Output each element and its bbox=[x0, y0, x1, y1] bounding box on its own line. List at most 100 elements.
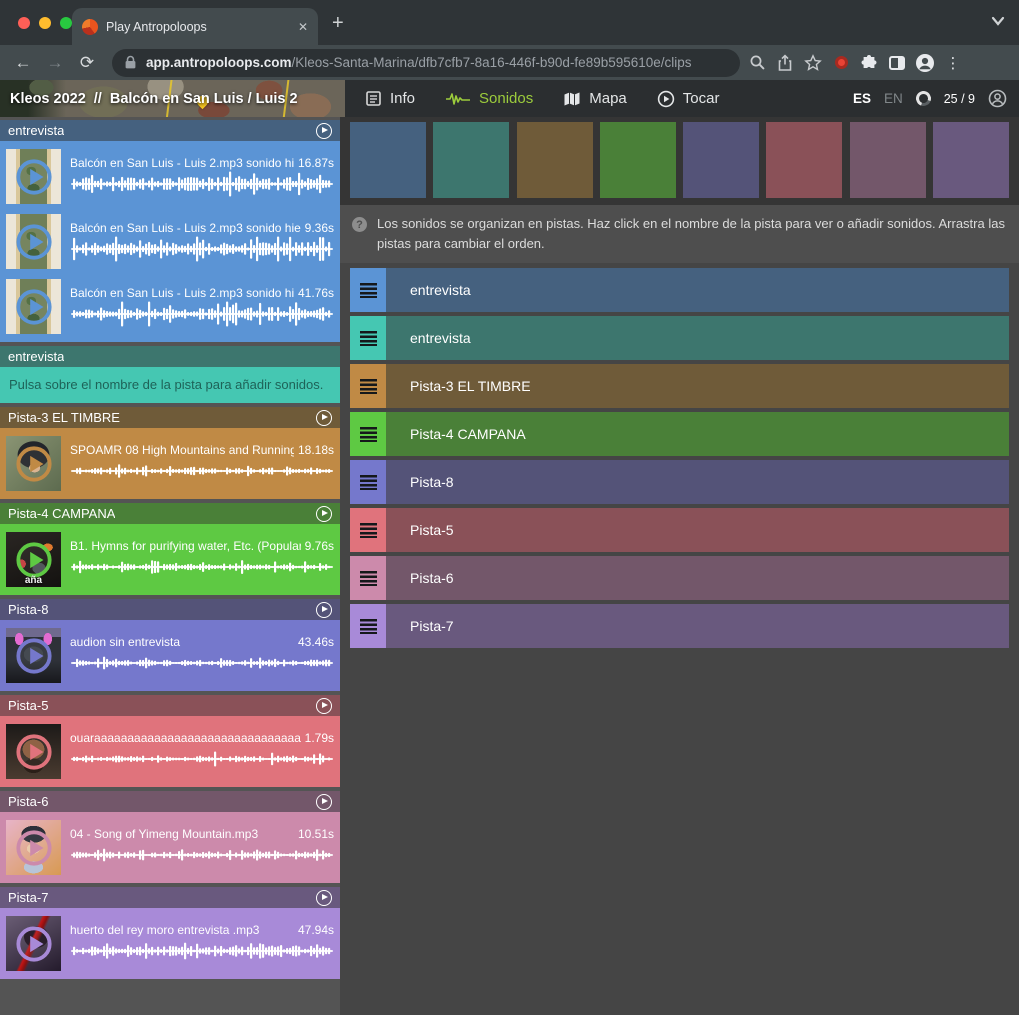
play-clip-icon[interactable] bbox=[15, 288, 53, 326]
clip-thumbnail[interactable] bbox=[6, 279, 61, 334]
play-track-icon[interactable] bbox=[316, 410, 332, 426]
play-clip-icon[interactable] bbox=[15, 445, 53, 483]
browser-tab[interactable]: Play Antropoloops ✕ bbox=[72, 8, 318, 45]
track-row[interactable]: Pista-4 CAMPANA bbox=[350, 412, 1009, 456]
clip-thumbnail[interactable] bbox=[6, 214, 61, 269]
nav-sonidos[interactable]: Sonidos bbox=[445, 90, 533, 107]
record-extension-icon[interactable] bbox=[830, 52, 852, 74]
fullscreen-window-button[interactable] bbox=[60, 17, 72, 29]
clip-thumbnail[interactable] bbox=[6, 149, 61, 204]
clip-waveform[interactable] bbox=[70, 300, 334, 328]
track-header[interactable]: Pista-4 CAMPANA bbox=[0, 503, 340, 524]
drag-handle-icon[interactable] bbox=[350, 556, 386, 600]
play-clip-icon[interactable] bbox=[15, 158, 53, 196]
track-color-cell[interactable] bbox=[433, 122, 509, 198]
reload-button[interactable]: ⟳ bbox=[74, 53, 100, 73]
play-track-icon[interactable] bbox=[316, 794, 332, 810]
track-color-cell[interactable] bbox=[350, 122, 426, 198]
track-header[interactable]: Pista-3 EL TIMBRE bbox=[0, 407, 340, 428]
profile-avatar-icon[interactable] bbox=[914, 52, 936, 74]
track-row-label[interactable]: Pista-7 bbox=[386, 604, 1009, 648]
clip-thumbnail[interactable] bbox=[6, 724, 61, 779]
track-row[interactable]: Pista-7 bbox=[350, 604, 1009, 648]
audio-clip[interactable]: ouaraaaaaaaaaaaaaaaaaaaaaaaaaaaaaaaaaaaa… bbox=[4, 720, 336, 783]
clip-waveform[interactable] bbox=[70, 457, 334, 485]
lang-es-button[interactable]: ES bbox=[853, 91, 871, 106]
track-row-label[interactable]: Pista-8 bbox=[386, 460, 1009, 504]
track-row-label[interactable]: Pista-6 bbox=[386, 556, 1009, 600]
clip-waveform[interactable] bbox=[70, 937, 334, 965]
track-color-cell[interactable] bbox=[517, 122, 593, 198]
audio-clip[interactable]: Balcón en San Luis - Luis 2.mp3 sonido h… bbox=[4, 275, 336, 338]
play-track-icon[interactable] bbox=[316, 698, 332, 714]
nav-info[interactable]: Info bbox=[365, 90, 415, 107]
play-track-icon[interactable] bbox=[316, 123, 332, 139]
track-row-label[interactable]: entrevista bbox=[386, 268, 1009, 312]
drag-handle-icon[interactable] bbox=[350, 604, 386, 648]
new-tab-button[interactable]: + bbox=[332, 13, 344, 33]
clip-thumbnail[interactable] bbox=[6, 436, 61, 491]
play-clip-icon[interactable] bbox=[15, 637, 53, 675]
drag-handle-icon[interactable] bbox=[350, 316, 386, 360]
clip-waveform[interactable] bbox=[70, 235, 334, 263]
track-row-label[interactable]: Pista-3 EL TIMBRE bbox=[386, 364, 1009, 408]
track-color-cell[interactable] bbox=[600, 122, 676, 198]
clip-waveform[interactable] bbox=[70, 553, 334, 581]
track-row-label[interactable]: Pista-4 CAMPANA bbox=[386, 412, 1009, 456]
play-clip-icon[interactable] bbox=[15, 829, 53, 867]
clip-waveform[interactable] bbox=[70, 170, 334, 198]
track-row[interactable]: Pista-8 bbox=[350, 460, 1009, 504]
track-header[interactable]: Pista-8 bbox=[0, 599, 340, 620]
forward-button[interactable]: → bbox=[42, 53, 68, 73]
play-track-icon[interactable] bbox=[316, 602, 332, 618]
audio-clip[interactable]: SPOAMR 08 High Mountains and Running ...… bbox=[4, 432, 336, 495]
minimize-window-button[interactable] bbox=[39, 17, 51, 29]
track-row[interactable]: entrevista bbox=[350, 316, 1009, 360]
play-clip-icon[interactable] bbox=[15, 223, 53, 261]
browser-menu-icon[interactable]: ⋮ bbox=[942, 52, 964, 74]
track-color-cell[interactable] bbox=[933, 122, 1009, 198]
play-track-icon[interactable] bbox=[316, 890, 332, 906]
drag-handle-icon[interactable] bbox=[350, 364, 386, 408]
track-row[interactable]: Pista-6 bbox=[350, 556, 1009, 600]
drag-handle-icon[interactable] bbox=[350, 412, 386, 456]
play-track-icon[interactable] bbox=[316, 506, 332, 522]
drag-handle-icon[interactable] bbox=[350, 460, 386, 504]
address-bar[interactable]: app.antropoloops.com/Kleos-Santa-Marina/… bbox=[112, 49, 740, 77]
nav-tocar[interactable]: Tocar bbox=[657, 90, 720, 108]
clip-thumbnail[interactable]: aña bbox=[6, 532, 61, 587]
track-header[interactable]: Pista-7 bbox=[0, 887, 340, 908]
drag-handle-icon[interactable] bbox=[350, 268, 386, 312]
audio-clip[interactable]: audion sin entrevista 43.46s bbox=[4, 624, 336, 687]
share-icon[interactable] bbox=[774, 52, 796, 74]
nav-mapa[interactable]: Mapa bbox=[563, 90, 627, 107]
clip-waveform[interactable] bbox=[70, 745, 334, 773]
bookmark-star-icon[interactable] bbox=[802, 52, 824, 74]
track-color-cell[interactable] bbox=[850, 122, 926, 198]
account-icon[interactable] bbox=[988, 89, 1007, 108]
clip-thumbnail[interactable] bbox=[6, 820, 61, 875]
play-clip-icon[interactable] bbox=[15, 925, 53, 963]
track-color-cell[interactable] bbox=[683, 122, 759, 198]
project-map-banner[interactable]: Kleos 2022 // Balcón en San Luis / Luis … bbox=[0, 80, 345, 117]
track-row[interactable]: Pista-5 bbox=[350, 508, 1009, 552]
track-row[interactable]: entrevista bbox=[350, 268, 1009, 312]
back-button[interactable]: ← bbox=[10, 53, 36, 73]
tab-search-chevron-icon[interactable] bbox=[991, 16, 1005, 26]
clip-waveform[interactable] bbox=[70, 649, 334, 677]
track-header[interactable]: Pista-5 bbox=[0, 695, 340, 716]
track-color-cell[interactable] bbox=[766, 122, 842, 198]
side-panel-icon[interactable] bbox=[886, 52, 908, 74]
audio-clip[interactable]: Balcón en San Luis - Luis 2.mp3 sonido h… bbox=[4, 145, 336, 208]
play-clip-icon[interactable] bbox=[15, 733, 53, 771]
zoom-icon[interactable] bbox=[746, 52, 768, 74]
play-clip-icon[interactable] bbox=[15, 541, 53, 579]
track-header[interactable]: Pista-6 bbox=[0, 791, 340, 812]
track-header[interactable]: entrevista bbox=[0, 120, 340, 141]
track-header[interactable]: entrevista bbox=[0, 346, 340, 367]
audio-clip[interactable]: 04 - Song of Yimeng Mountain.mp3 10.51s bbox=[4, 816, 336, 879]
drag-handle-icon[interactable] bbox=[350, 508, 386, 552]
audio-clip[interactable]: Balcón en San Luis - Luis 2.mp3 sonido h… bbox=[4, 210, 336, 273]
tab-close-icon[interactable]: ✕ bbox=[298, 20, 308, 34]
extensions-puzzle-icon[interactable] bbox=[858, 52, 880, 74]
